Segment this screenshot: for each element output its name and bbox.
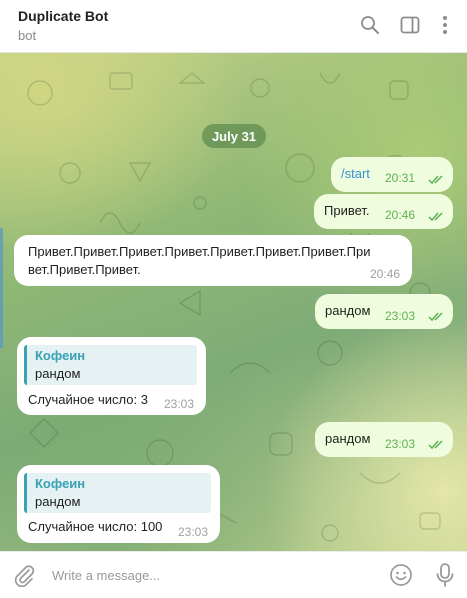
- message-time: 20:31: [385, 171, 416, 185]
- microphone-icon[interactable]: [433, 562, 457, 588]
- date-divider: July 31: [202, 124, 266, 148]
- message-time: 23:03: [385, 437, 416, 451]
- message-text: Случайное число: 100: [28, 519, 163, 534]
- message-outgoing[interactable]: Привет. 20:46: [314, 194, 453, 229]
- emoji-icon[interactable]: [389, 563, 413, 587]
- command-link[interactable]: /start: [341, 166, 370, 181]
- search-icon[interactable]: [357, 12, 383, 38]
- message-text: Привет.: [324, 203, 370, 218]
- message-list[interactable]: July 31 /start 20:31 Привет. 20:46 Приве…: [0, 53, 467, 551]
- message-input[interactable]: [52, 564, 372, 586]
- chat-status: bot: [18, 28, 37, 43]
- reply-text: рандом: [35, 494, 81, 509]
- read-check-icon: [428, 440, 443, 450]
- message-text: рандом: [325, 431, 371, 446]
- message-time: 20:46: [385, 208, 416, 222]
- message-text: Привет.Привет.Привет.Привет.Привет.Приве…: [28, 244, 371, 259]
- read-check-icon: [428, 312, 443, 322]
- message-outgoing[interactable]: рандом 23:03: [315, 422, 453, 457]
- message-outgoing[interactable]: /start 20:31: [331, 157, 453, 192]
- reply-quote[interactable]: Кофеин рандом: [24, 345, 197, 385]
- message-time: 20:46: [370, 267, 401, 281]
- message-time: 23:03: [385, 309, 416, 323]
- message-text: рандом: [325, 303, 371, 318]
- message-outgoing[interactable]: рандом 23:03: [315, 294, 453, 329]
- message-incoming[interactable]: Привет.Привет.Привет.Привет.Привет.Приве…: [14, 235, 412, 286]
- chat-header: Duplicate Bot bot: [0, 0, 467, 53]
- chat-title[interactable]: Duplicate Bot: [18, 8, 108, 24]
- read-check-icon: [428, 212, 443, 222]
- message-text: вет.Привет.Привет.: [28, 262, 141, 277]
- read-check-icon: [428, 175, 443, 185]
- message-incoming[interactable]: Кофеин рандом Случайное число: 100 23:03: [17, 465, 220, 543]
- sidebar-toggle-icon[interactable]: [397, 12, 423, 38]
- paperclip-icon[interactable]: [12, 563, 36, 587]
- message-text: Случайное число: 3: [28, 392, 148, 407]
- message-time: 23:03: [164, 397, 195, 411]
- reply-author: Кофеин: [35, 348, 86, 363]
- message-composer: [0, 551, 467, 598]
- reply-author: Кофеин: [35, 476, 86, 491]
- message-time: 23:03: [178, 525, 209, 539]
- message-incoming[interactable]: Кофеин рандом Случайное число: 3 23:03: [17, 337, 206, 415]
- reply-quote[interactable]: Кофеин рандом: [24, 473, 211, 513]
- scroll-marker: [0, 228, 3, 348]
- reply-text: рандом: [35, 366, 81, 381]
- more-vertical-icon[interactable]: [432, 12, 458, 38]
